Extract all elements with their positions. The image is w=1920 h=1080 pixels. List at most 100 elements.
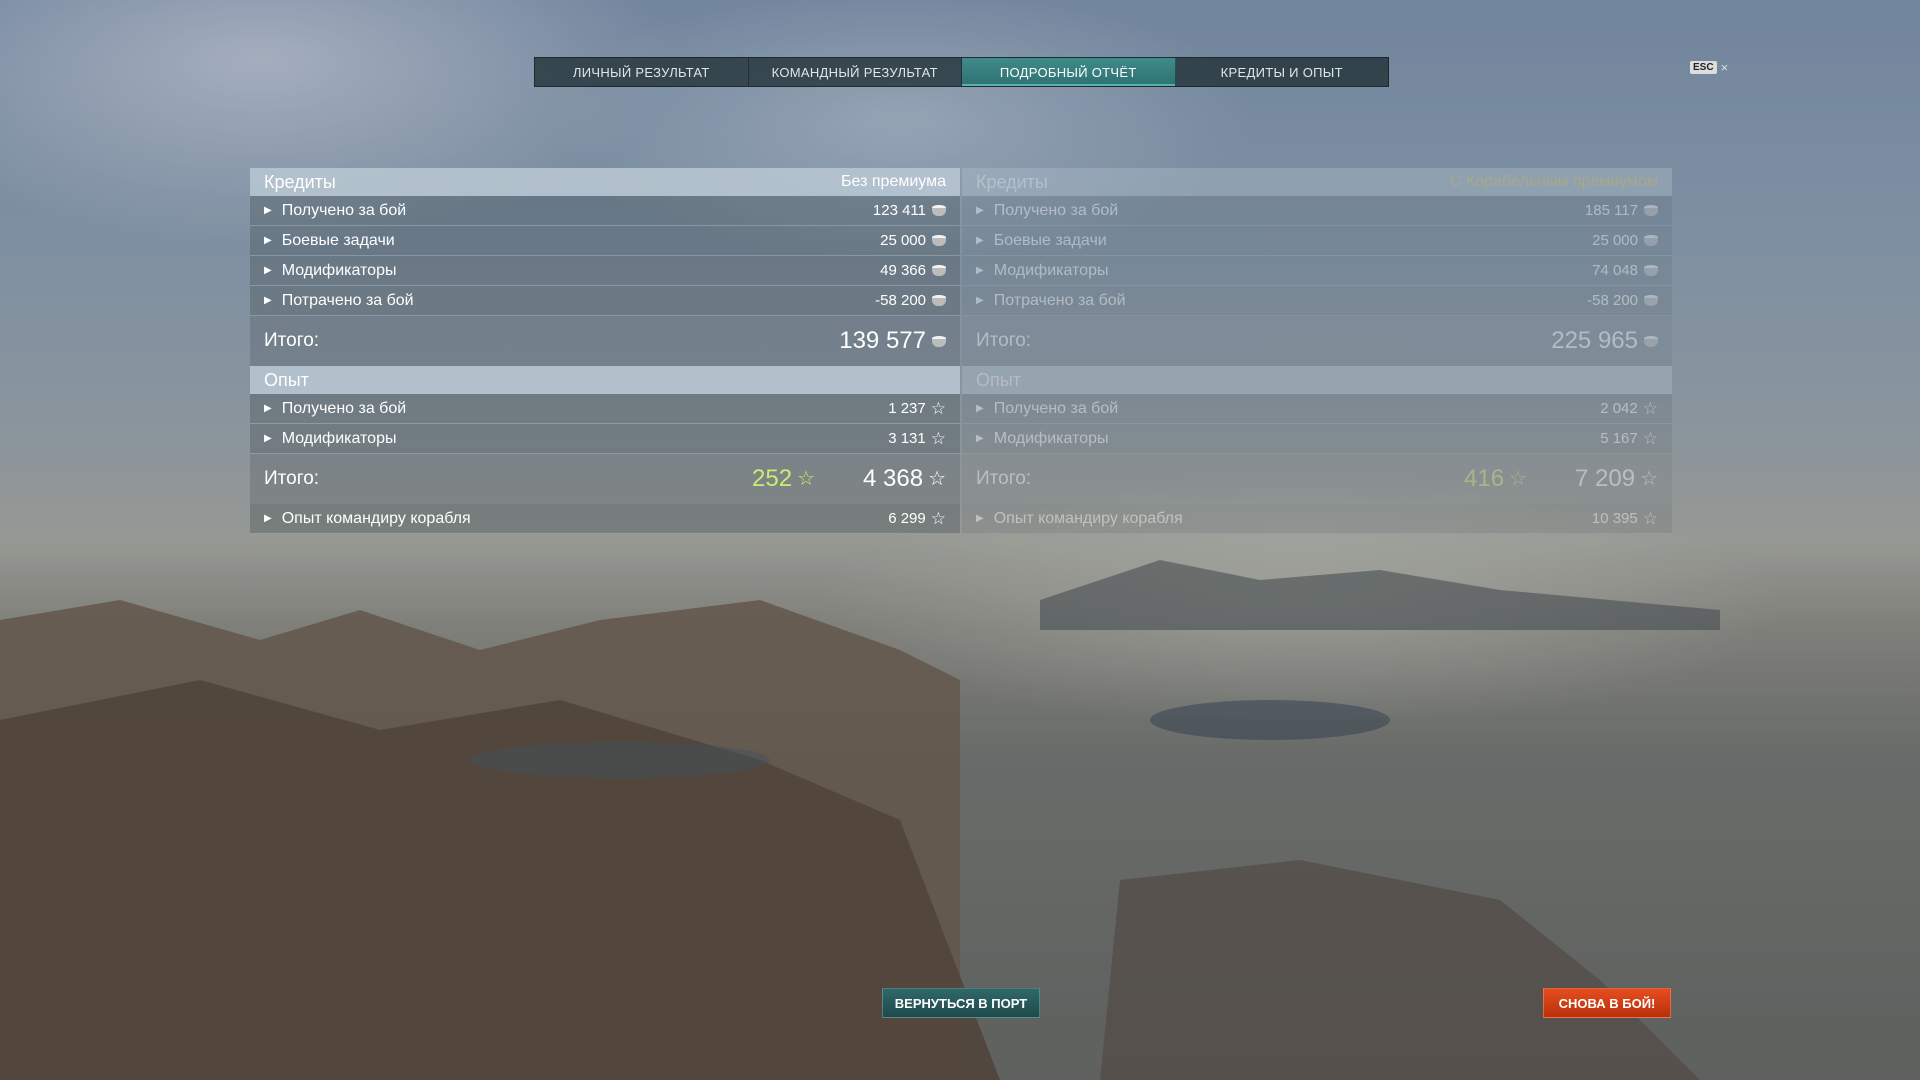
row-value: -58 200 (875, 292, 926, 309)
credits-total-value: 225 965 (1551, 327, 1638, 354)
row-value: 185 117 (1584, 202, 1638, 219)
xp-header: Опыт (962, 366, 1672, 394)
esc-close-button[interactable]: ESC × (1690, 60, 1728, 75)
row-value: 10 395 (1591, 510, 1638, 527)
credits-header: Кредиты С Корабельным премиумом (962, 168, 1672, 196)
tab-detailed-report[interactable]: ПОДРОБНЫЙ ОТЧЁТ (962, 58, 1176, 86)
credits-icon (932, 235, 946, 246)
free-xp-star-icon: ☆ (1509, 468, 1527, 490)
battle-again-button[interactable]: СНОВА В БОЙ! (1543, 988, 1671, 1018)
row-label: Получено за бой (993, 201, 1119, 219)
premium-state-label: С Корабельным премиумом (1450, 173, 1658, 190)
expand-arrow-icon: ▶ (976, 235, 984, 246)
row-value: 25 000 (1592, 232, 1638, 249)
total-label: Итого: (976, 330, 1032, 351)
row-value: 74 048 (1592, 262, 1638, 279)
xp-title: Опыт (976, 369, 1021, 390)
tab-personal-result[interactable]: ЛИЧНЫЙ РЕЗУЛЬТАТ (535, 58, 749, 86)
row-label: Боевые задачи (993, 231, 1107, 249)
credits-title: Кредиты (264, 171, 336, 192)
row-label: Получено за бой (281, 201, 407, 219)
expand-arrow-icon: ▶ (976, 295, 984, 306)
esc-key-icon: ESC (1690, 61, 1717, 74)
credits-icon (1644, 235, 1658, 246)
xp-total-value: 4 368 (863, 465, 924, 492)
xp-row-modifiers[interactable]: ▶ Модификаторы 3 131 ☆ (250, 424, 960, 454)
expand-arrow-icon: ▶ (976, 403, 984, 414)
panel-with-premium: Кредиты С Корабельным премиумом ▶ Получен… (962, 168, 1672, 534)
expand-arrow-icon: ▶ (264, 295, 272, 306)
expand-arrow-icon: ▶ (264, 265, 272, 276)
row-value: 3 131 (888, 430, 926, 447)
credits-icon (1644, 265, 1658, 276)
row-value: 2 042 (1600, 400, 1638, 417)
row-label: Потрачено за бой (281, 291, 414, 309)
row-label: Модификаторы (993, 429, 1109, 447)
xp-star-icon: ☆ (1642, 399, 1658, 418)
tab-bar: ЛИЧНЫЙ РЕЗУЛЬТАТ КОМАНДНЫЙ РЕЗУЛЬТАТ ПОД… (534, 57, 1389, 87)
credits-row-spent[interactable]: ▶ Потрачено за бой -58 200 (962, 286, 1672, 316)
row-label: Получено за бой (993, 399, 1119, 417)
xp-star-icon: ☆ (928, 468, 946, 490)
credits-row-modifiers[interactable]: ▶ Модификаторы 74 048 (962, 256, 1672, 286)
expand-arrow-icon: ▶ (264, 433, 272, 444)
credits-icon (932, 265, 946, 276)
xp-star-icon: ☆ (930, 429, 946, 448)
xp-row-modifiers[interactable]: ▶ Модификаторы 5 167 ☆ (962, 424, 1672, 454)
xp-row-earned[interactable]: ▶ Получено за бой 1 237 ☆ (250, 394, 960, 424)
expand-arrow-icon: ▶ (976, 265, 984, 276)
row-label: Опыт командиру корабля (281, 509, 471, 527)
expand-arrow-icon: ▶ (264, 403, 272, 414)
row-label: Модификаторы (281, 261, 397, 279)
credits-title: Кредиты (976, 171, 1048, 192)
credits-row-spent[interactable]: ▶ Потрачено за бой -58 200 (250, 286, 960, 316)
row-label: Модификаторы (993, 261, 1109, 279)
credits-row-missions[interactable]: ▶ Боевые задачи 25 000 (962, 226, 1672, 256)
expand-arrow-icon: ▶ (976, 433, 984, 444)
close-icon: × (1720, 60, 1729, 75)
xp-title: Опыт (264, 369, 309, 390)
credits-total-row: Итого: 139 577 (250, 316, 960, 366)
total-label: Итого: (976, 468, 1032, 489)
row-value: -58 200 (1587, 292, 1638, 309)
row-value: 5 167 (1600, 430, 1638, 447)
commander-xp-row[interactable]: ▶ Опыт командиру корабля 10 395 ☆ (962, 504, 1672, 534)
panel-no-premium: Кредиты Без премиума ▶ Получено за бой 12… (250, 168, 960, 534)
xp-total-row: Итого: 252 ☆ 4 368 ☆ (250, 454, 960, 504)
credits-row-missions[interactable]: ▶ Боевые задачи 25 000 (250, 226, 960, 256)
credits-row-earned[interactable]: ▶ Получено за бой 185 117 (962, 196, 1672, 226)
xp-star-icon: ☆ (1642, 509, 1658, 528)
premium-state-label: Без премиума (841, 173, 946, 190)
tab-credits-and-xp[interactable]: КРЕДИТЫ И ОПЫТ (1176, 58, 1389, 86)
credits-row-modifiers[interactable]: ▶ Модификаторы 49 366 (250, 256, 960, 286)
xp-star-icon: ☆ (930, 399, 946, 418)
row-value: 123 411 (872, 202, 926, 219)
row-label: Опыт командиру корабля (993, 509, 1183, 527)
credits-icon (932, 205, 946, 216)
row-label: Боевые задачи (281, 231, 395, 249)
credits-total-value: 139 577 (839, 327, 926, 354)
credits-row-earned[interactable]: ▶ Получено за бой 123 411 (250, 196, 960, 226)
expand-arrow-icon: ▶ (976, 513, 984, 524)
xp-total-row: Итого: 416 ☆ 7 209 ☆ (962, 454, 1672, 504)
credits-icon (1644, 295, 1658, 306)
row-label: Получено за бой (281, 399, 407, 417)
commander-xp-row[interactable]: ▶ Опыт командиру корабля 6 299 ☆ (250, 504, 960, 534)
row-value: 1 237 (888, 400, 926, 417)
row-value: 6 299 (888, 510, 926, 527)
return-to-port-button[interactable]: ВЕРНУТЬСЯ В ПОРТ (882, 988, 1040, 1018)
credits-icon (932, 295, 946, 306)
xp-star-icon: ☆ (930, 509, 946, 528)
expand-arrow-icon: ▶ (264, 513, 272, 524)
row-value: 25 000 (880, 232, 926, 249)
credits-total-row: Итого: 225 965 (962, 316, 1672, 366)
free-xp-value: 416 (1464, 465, 1505, 492)
row-value: 49 366 (880, 262, 926, 279)
xp-star-icon: ☆ (1640, 468, 1658, 490)
tab-team-result[interactable]: КОМАНДНЫЙ РЕЗУЛЬТАТ (749, 58, 962, 86)
total-label: Итого: (264, 330, 320, 351)
xp-row-earned[interactable]: ▶ Получено за бой 2 042 ☆ (962, 394, 1672, 424)
credits-icon (1644, 335, 1658, 347)
expand-arrow-icon: ▶ (976, 205, 984, 216)
credits-header: Кредиты Без премиума (250, 168, 960, 196)
